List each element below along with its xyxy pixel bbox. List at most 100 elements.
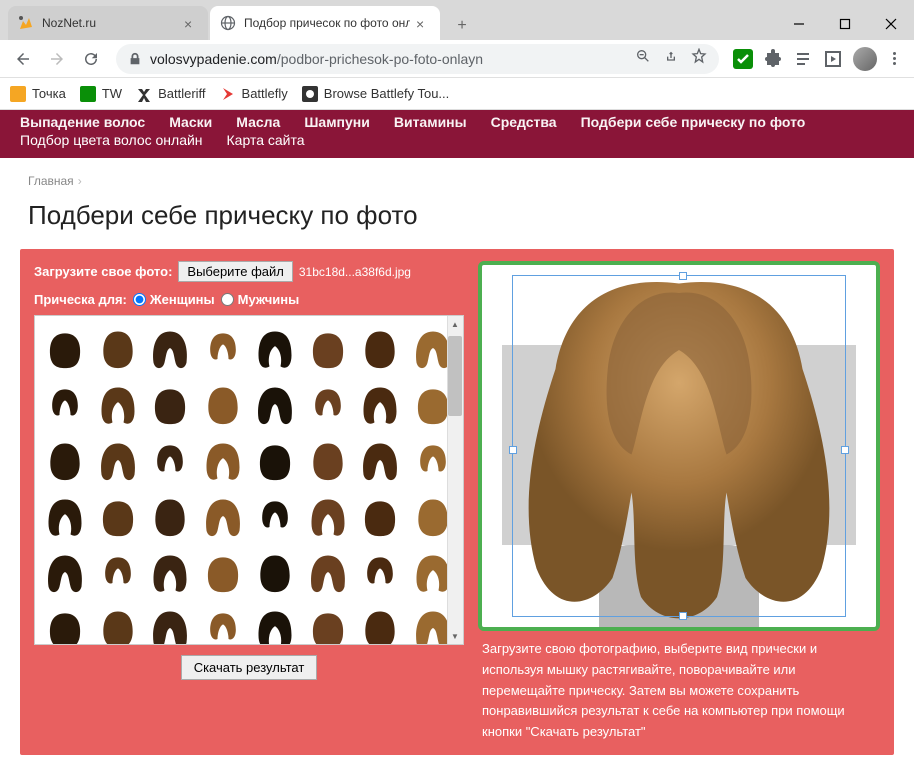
hairstyle-thumbnail[interactable] bbox=[304, 378, 352, 430]
hairstyle-thumbnail[interactable] bbox=[146, 602, 194, 645]
bookmarks-bar: Точка TW Battleriff Battlefly Browse Bat… bbox=[0, 78, 914, 110]
choose-file-button[interactable]: Выберите файл bbox=[178, 261, 292, 282]
bookmark-item[interactable]: Browse Battlefy Tou... bbox=[302, 86, 450, 102]
scroll-thumb[interactable] bbox=[448, 336, 462, 416]
hairstyle-thumbnail[interactable] bbox=[199, 378, 247, 430]
scroll-down-icon[interactable]: ▼ bbox=[447, 628, 463, 644]
hairstyle-thumbnail[interactable] bbox=[146, 378, 194, 430]
site-navigation: Выпадение волос Маски Масла Шампуни Вита… bbox=[0, 110, 914, 158]
gender-row: Прическа для: Женщины Мужчины bbox=[34, 292, 464, 307]
hairstyle-thumbnail[interactable] bbox=[199, 602, 247, 645]
new-tab-button[interactable]: + bbox=[448, 12, 476, 40]
breadcrumb-home[interactable]: Главная bbox=[28, 174, 74, 188]
nav-link[interactable]: Средства bbox=[491, 114, 557, 130]
list-icon[interactable] bbox=[793, 49, 813, 69]
hairstyle-thumbnail[interactable] bbox=[251, 546, 299, 598]
hairstyle-thumbnail[interactable] bbox=[356, 602, 404, 645]
zoom-icon[interactable] bbox=[635, 48, 651, 69]
bookmark-item[interactable]: TW bbox=[80, 86, 122, 102]
hairstyle-thumbnail[interactable] bbox=[41, 546, 89, 598]
forward-button[interactable] bbox=[42, 44, 72, 74]
hairstyle-thumbnail[interactable] bbox=[304, 322, 352, 374]
hairstyle-thumbnail[interactable] bbox=[304, 546, 352, 598]
close-tab-icon[interactable]: × bbox=[416, 16, 430, 30]
hairstyle-thumbnail[interactable] bbox=[251, 490, 299, 542]
menu-button[interactable] bbox=[887, 52, 902, 65]
nav-link[interactable]: Выпадение волос bbox=[20, 114, 145, 130]
minimize-button[interactable] bbox=[776, 8, 822, 40]
page-content: Выпадение волос Маски Масла Шампуни Вита… bbox=[0, 110, 914, 774]
hairstyle-thumbnail[interactable] bbox=[356, 546, 404, 598]
hairstyle-thumbnail[interactable] bbox=[41, 490, 89, 542]
nav-link[interactable]: Витамины bbox=[394, 114, 467, 130]
preview-canvas[interactable] bbox=[478, 261, 880, 631]
lock-icon bbox=[128, 52, 142, 66]
scrollbar[interactable]: ▲ ▼ bbox=[447, 316, 463, 644]
puzzle-icon[interactable] bbox=[763, 49, 783, 69]
hairstyle-thumbnail[interactable] bbox=[41, 434, 89, 486]
tab-title: Подбор причесок по фото онла bbox=[244, 16, 410, 30]
scroll-up-icon[interactable]: ▲ bbox=[447, 316, 463, 332]
bookmark-star-icon[interactable] bbox=[691, 48, 707, 69]
bookmark-item[interactable]: Battlefly bbox=[220, 86, 288, 102]
hairstyle-thumbnail[interactable] bbox=[94, 378, 142, 430]
hairstyle-thumbnail[interactable] bbox=[199, 546, 247, 598]
ext-check-icon[interactable] bbox=[733, 49, 753, 69]
hairstyle-thumbnail[interactable] bbox=[304, 490, 352, 542]
breadcrumb: Главная› bbox=[0, 158, 914, 196]
download-button[interactable]: Скачать результат bbox=[181, 655, 318, 680]
back-button[interactable] bbox=[8, 44, 38, 74]
selection-box[interactable] bbox=[512, 275, 846, 617]
hairstyle-thumbnail[interactable] bbox=[94, 546, 142, 598]
reload-button[interactable] bbox=[76, 44, 106, 74]
hairstyle-thumbnail[interactable] bbox=[304, 434, 352, 486]
hairstyle-thumbnail[interactable] bbox=[251, 322, 299, 374]
address-bar[interactable]: volosvypadenie.com/podbor-prichesok-po-f… bbox=[116, 44, 719, 74]
nav-link[interactable]: Масла bbox=[236, 114, 280, 130]
hairstyle-thumbnail[interactable] bbox=[199, 322, 247, 374]
radio-women[interactable] bbox=[133, 293, 146, 306]
hairstyle-thumbnail[interactable] bbox=[146, 434, 194, 486]
media-icon[interactable] bbox=[823, 49, 843, 69]
bookmark-item[interactable]: Battleriff bbox=[136, 86, 205, 102]
hairstyle-thumbnail[interactable] bbox=[94, 490, 142, 542]
nav-link[interactable]: Шампуни bbox=[304, 114, 370, 130]
tabs-area: NozNet.ru × Подбор причесок по фото онла… bbox=[0, 0, 776, 40]
close-window-button[interactable] bbox=[868, 8, 914, 40]
upload-row: Загрузите свое фото: Выберите файл 31bc1… bbox=[34, 261, 464, 282]
hairstyle-thumbnail[interactable] bbox=[41, 602, 89, 645]
hairstyle-thumbnail[interactable] bbox=[304, 602, 352, 645]
nav-link[interactable]: Подбери себе прическу по фото bbox=[581, 114, 806, 130]
hairstyle-thumbnail[interactable] bbox=[94, 322, 142, 374]
nav-link[interactable]: Маски bbox=[169, 114, 212, 130]
share-icon[interactable] bbox=[663, 48, 679, 69]
hairstyle-thumbnail[interactable] bbox=[41, 322, 89, 374]
hairstyle-thumbnail[interactable] bbox=[251, 434, 299, 486]
hairstyle-thumbnail[interactable] bbox=[94, 434, 142, 486]
tab-title: NozNet.ru bbox=[42, 16, 178, 30]
hairstyle-thumbnail[interactable] bbox=[356, 434, 404, 486]
browser-tab[interactable]: NozNet.ru × bbox=[8, 6, 208, 40]
hairstyle-thumbnail[interactable] bbox=[356, 490, 404, 542]
hairstyle-thumbnail[interactable] bbox=[41, 378, 89, 430]
hairstyle-thumbnail[interactable] bbox=[146, 490, 194, 542]
controls-column: Загрузите свое фото: Выберите файл 31bc1… bbox=[34, 261, 464, 743]
nav-link[interactable]: Подбор цвета волос онлайн bbox=[20, 132, 203, 148]
hairstyle-thumbnail[interactable] bbox=[251, 378, 299, 430]
browser-tab-active[interactable]: Подбор причесок по фото онла × bbox=[210, 6, 440, 40]
globe-icon bbox=[220, 15, 236, 31]
hairstyle-thumbnail[interactable] bbox=[94, 602, 142, 645]
hairstyle-thumbnail[interactable] bbox=[356, 322, 404, 374]
bookmark-item[interactable]: Точка bbox=[10, 86, 66, 102]
hairstyle-thumbnail[interactable] bbox=[146, 322, 194, 374]
close-tab-icon[interactable]: × bbox=[184, 16, 198, 30]
radio-men[interactable] bbox=[221, 293, 234, 306]
hairstyle-thumbnail[interactable] bbox=[251, 602, 299, 645]
hairstyle-thumbnail[interactable] bbox=[146, 546, 194, 598]
hairstyle-thumbnail[interactable] bbox=[199, 434, 247, 486]
hairstyle-thumbnail[interactable] bbox=[199, 490, 247, 542]
profile-avatar[interactable] bbox=[853, 47, 877, 71]
maximize-button[interactable] bbox=[822, 8, 868, 40]
hairstyle-thumbnail[interactable] bbox=[356, 378, 404, 430]
nav-link[interactable]: Карта сайта bbox=[227, 132, 305, 148]
